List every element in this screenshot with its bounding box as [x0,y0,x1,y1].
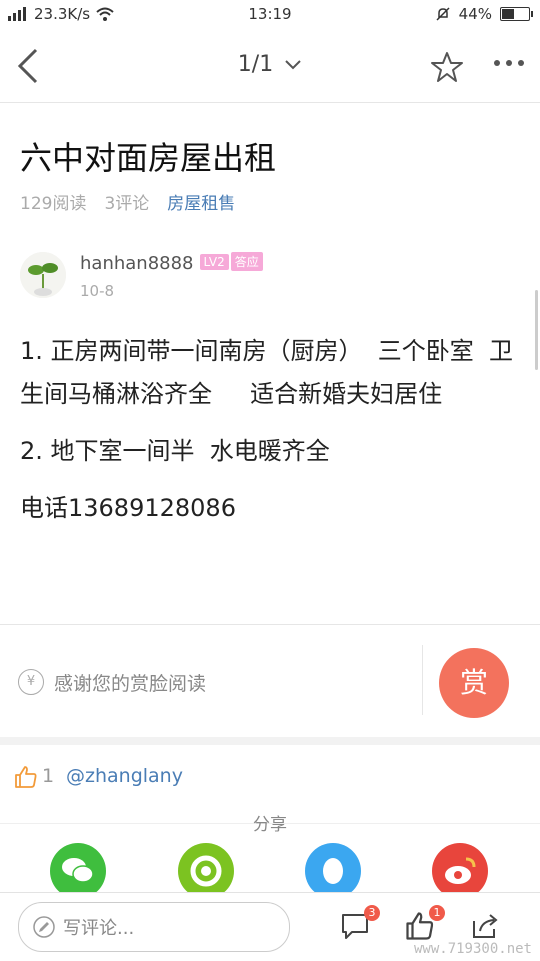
reward-prompt: 感谢您的赏脸阅读 [54,673,207,695]
share-label: 分享 [253,815,287,835]
post-meta: 129阅读 3评论 房屋租售 [20,189,235,214]
category-link[interactable]: 房屋租售 [167,189,235,214]
content-paragraph: 2. 地下室一间半 水电暖齐全 [20,437,330,465]
share-button[interactable] [470,911,500,945]
favorite-star-icon[interactable] [430,50,464,84]
comment-badge: 3 [364,905,380,921]
battery-percent: 44% [458,5,492,23]
status-bar: 23.3K/s 13:19 44% [0,0,540,30]
section-gap [0,737,540,745]
thumbs-up-icon[interactable] [14,765,38,789]
post-title: 六中对面房屋出租 [20,139,277,177]
comment-placeholder: 写评论... [63,918,135,939]
like-badge: 1 [429,905,445,921]
like-button[interactable]: 1 [405,905,445,945]
comments-button[interactable]: 3 [340,905,380,945]
nav-bar: 1/1 [0,30,540,103]
share-targets [0,843,540,899]
chevron-down-icon [285,60,301,70]
page-indicator-label: 1/1 [237,52,274,77]
moments-icon[interactable] [178,843,234,899]
reward-section: ¥ 感谢您的赏脸阅读 赏 [0,624,540,737]
pencil-icon [33,916,55,938]
status-bar-right: 44% [435,5,533,23]
mute-bell-icon [436,7,450,21]
battery-icon [500,7,533,21]
author-name-line: hanhan8888 LV2 答应 [80,252,263,274]
avatar[interactable] [20,252,66,298]
divider [422,645,423,715]
answer-badge: 答应 [230,252,263,271]
watermark: www.719300.net [413,941,532,957]
like-count: 1 [42,765,55,787]
liker-link[interactable]: @zhanglany [66,765,183,787]
more-icon[interactable] [494,60,524,66]
wechat-icon[interactable] [50,843,106,899]
reward-button[interactable]: 赏 [439,648,509,718]
level-badge: LV2 [199,254,229,270]
content-paragraph: 电话13689128086 [20,494,236,522]
weibo-icon[interactable] [432,843,488,899]
scrollbar[interactable] [535,290,538,370]
read-count: 129阅读 [20,194,87,214]
share-icon [473,914,498,938]
content-paragraph: 1. 正房两间带一间南房（厨房） 三个卧室 卫生间马桶淋浴齐全 适合新婚夫妇居住 [20,337,514,408]
author-row[interactable]: hanhan8888 LV2 答应 10-8 [20,248,520,308]
bottom-bar: 写评论... 3 1 www.719300.net [0,892,540,961]
post-date: 10-8 [80,282,115,300]
qq-icon[interactable] [305,843,361,899]
post-content: 1. 正房两间带一间南房（厨房） 三个卧室 卫生间马桶淋浴齐全 适合新婚夫妇居住… [20,330,525,544]
author-name[interactable]: hanhan8888 [80,253,194,274]
comment-count: 3评论 [104,194,150,214]
yen-icon: ¥ [18,669,44,695]
comment-input[interactable]: 写评论... [18,902,290,952]
